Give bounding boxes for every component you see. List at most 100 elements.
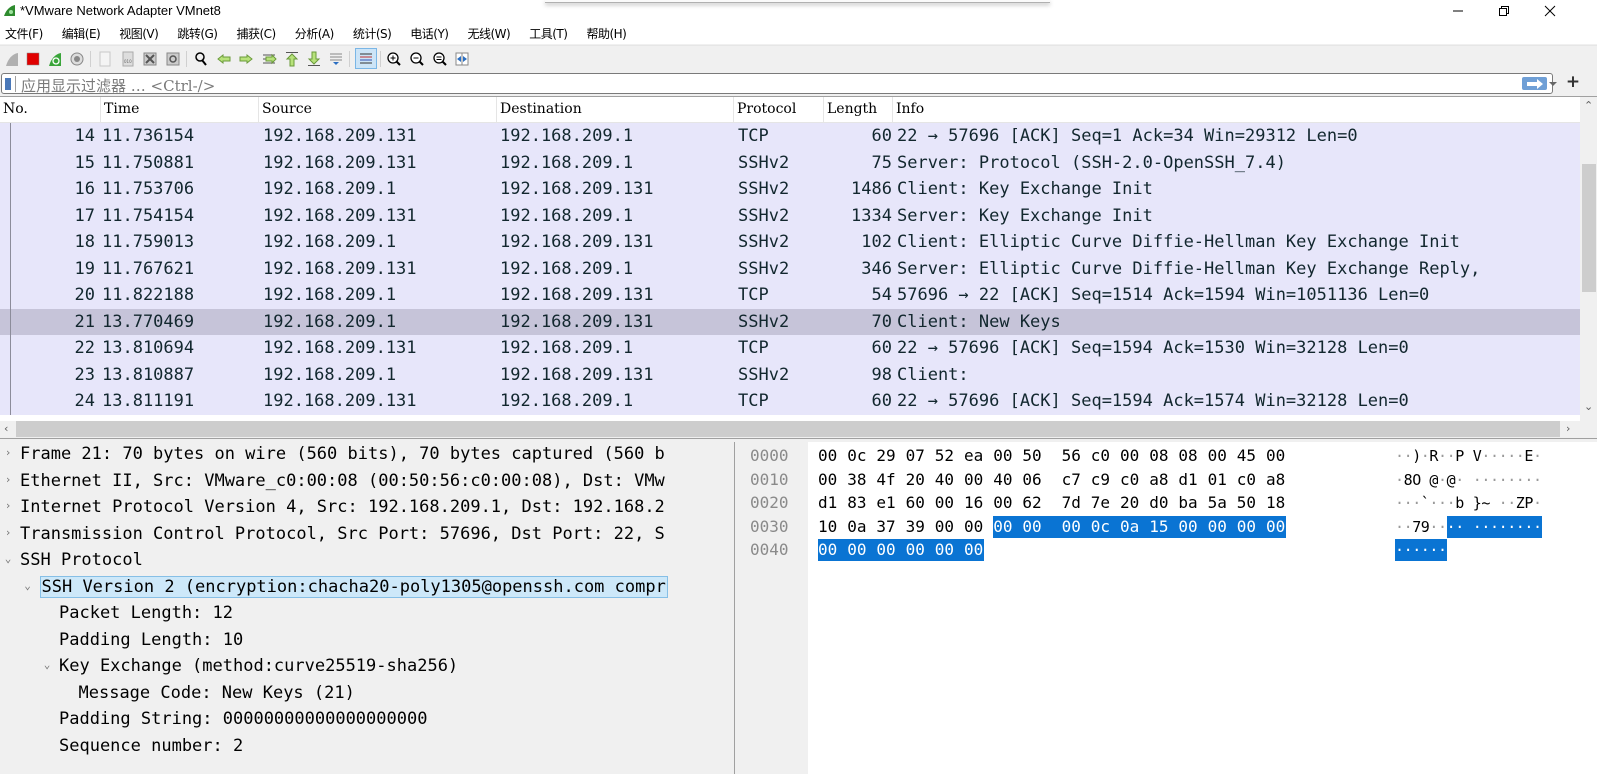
- chevron-down-icon[interactable]: ⌄: [2, 552, 14, 565]
- ascii-char[interactable]: ·: [1533, 445, 1542, 467]
- ascii-char[interactable]: [1421, 469, 1430, 491]
- ascii-char[interactable]: ·: [1438, 539, 1447, 561]
- ascii-char[interactable]: ): [1412, 445, 1421, 467]
- last-packet-button[interactable]: [305, 50, 323, 68]
- tree-item[interactable]: ⌄ SSH Protocol: [0, 548, 734, 575]
- colorize-button[interactable]: [355, 48, 377, 69]
- tree-item[interactable]: ⌄ Key Exchange (method:curve25519-sha256): [0, 654, 734, 681]
- ascii-char[interactable]: ·: [1472, 515, 1482, 538]
- column-header-no[interactable]: No.: [0, 97, 101, 123]
- ascii-char[interactable]: E: [1524, 445, 1533, 467]
- column-header-time[interactable]: Time: [101, 97, 259, 123]
- hex-byte[interactable]: 00: [964, 469, 984, 491]
- column-header-source[interactable]: Source: [259, 97, 497, 123]
- ascii-char[interactable]: ·: [1412, 539, 1421, 561]
- hex-byte[interactable]: a8: [1149, 469, 1169, 491]
- menu-item[interactable]: 编辑(E): [62, 25, 101, 42]
- menu-item[interactable]: 帮助(H): [586, 25, 626, 42]
- menu-item[interactable]: 电话(Y): [410, 25, 449, 42]
- find-packet-button[interactable]: [192, 50, 210, 68]
- menu-item[interactable]: 分析(A): [295, 25, 335, 42]
- column-header-length[interactable]: Length: [824, 97, 893, 123]
- ascii-char[interactable]: ·: [1455, 469, 1464, 491]
- hex-byte[interactable]: 15: [1149, 515, 1179, 538]
- menu-item[interactable]: 统计(S): [353, 25, 392, 42]
- scroll-down-icon[interactable]: ⌄: [1584, 400, 1593, 413]
- ascii-char[interactable]: P: [1524, 492, 1533, 514]
- ascii-char[interactable]: ·: [1455, 515, 1473, 538]
- ascii-char[interactable]: b: [1455, 492, 1464, 514]
- tree-item[interactable]: Padding Length: 10: [0, 628, 734, 655]
- column-header-info[interactable]: Info: [893, 97, 1580, 123]
- hex-byte[interactable]: 18: [1266, 492, 1286, 514]
- packet-row[interactable]: 23 13.810887 192.168.209.1 192.168.209.131 S…: [0, 361, 1580, 388]
- close-button[interactable]: [1527, 0, 1573, 22]
- ascii-char[interactable]: ·: [1395, 492, 1404, 514]
- tree-item[interactable]: Padding String: 00000000000000000000: [0, 707, 734, 734]
- packet-row[interactable]: 22 13.810694 192.168.209.131 192.168.209.1 T…: [0, 335, 1580, 362]
- ascii-char[interactable]: ·: [1490, 515, 1499, 538]
- hex-byte[interactable]: 00: [993, 515, 1023, 538]
- chevron-right-icon[interactable]: ›: [2, 473, 14, 486]
- first-packet-button[interactable]: [283, 50, 301, 68]
- ascii-char[interactable]: ·: [1533, 515, 1542, 538]
- column-header-destination[interactable]: Destination: [497, 97, 734, 123]
- ascii-char[interactable]: O: [1412, 469, 1421, 491]
- ascii-char[interactable]: ·: [1447, 492, 1456, 514]
- hex-byte[interactable]: 01: [1208, 469, 1228, 491]
- hex-byte[interactable]: 20: [906, 469, 926, 491]
- hex-byte[interactable]: 00: [935, 492, 955, 514]
- packet-row[interactable]: 16 11.753706 192.168.209.1 192.168.209.131 S…: [0, 176, 1580, 203]
- go-forward-button[interactable]: [237, 50, 255, 68]
- packet-row[interactable]: 20 11.822188 192.168.209.1 192.168.209.131 T…: [0, 282, 1580, 309]
- column-header-protocol[interactable]: Protocol: [734, 97, 824, 123]
- hex-byte[interactable]: 00: [847, 539, 877, 561]
- hex-byte[interactable]: 07: [906, 445, 926, 467]
- ascii-char[interactable]: Z: [1516, 492, 1525, 514]
- restore-button[interactable]: [1481, 0, 1527, 22]
- go-to-packet-button[interactable]: [260, 50, 278, 68]
- ascii-char[interactable]: `: [1421, 492, 1430, 514]
- ascii-char[interactable]: ·: [1498, 515, 1508, 538]
- hex-byte[interactable]: 50: [1022, 445, 1042, 467]
- minimize-button[interactable]: [1435, 0, 1481, 22]
- packet-row[interactable]: 17 11.754154 192.168.209.131 192.168.209.1 S…: [0, 202, 1580, 229]
- ascii-char[interactable]: ·: [1481, 469, 1490, 491]
- hex-byte[interactable]: c0: [1120, 469, 1140, 491]
- hex-byte[interactable]: 00: [876, 539, 906, 561]
- normal-size-button[interactable]: [431, 50, 449, 68]
- chevron-down-icon[interactable]: ⌄: [22, 579, 34, 592]
- tree-item[interactable]: ⌄ SSH Version 2 (encryption:chacha20-poly…: [0, 575, 734, 602]
- ascii-char[interactable]: ·: [1421, 445, 1430, 467]
- hex-byte[interactable]: 0c: [1090, 515, 1120, 538]
- hex-byte[interactable]: 7e: [1091, 492, 1111, 514]
- capture-options-button[interactable]: [68, 50, 86, 68]
- filter-history-dropdown[interactable]: [1549, 77, 1557, 91]
- ascii-char[interactable]: ·: [1507, 445, 1516, 467]
- ascii-char[interactable]: ·: [1404, 445, 1413, 467]
- ascii-char[interactable]: ·: [1481, 445, 1490, 467]
- packet-row[interactable]: 21 13.770469 192.168.209.1 192.168.209.131 S…: [0, 308, 1580, 335]
- hex-byte[interactable]: ea: [964, 445, 984, 467]
- hex-byte[interactable]: 06: [1022, 469, 1042, 491]
- scroll-right-button[interactable]: ›: [1560, 421, 1580, 437]
- chevron-right-icon[interactable]: ›: [2, 499, 14, 512]
- hex-byte[interactable]: 20: [1120, 492, 1140, 514]
- save-file-button[interactable]: 010: [119, 50, 137, 68]
- hex-byte[interactable]: 10: [818, 516, 838, 538]
- hex-byte[interactable]: 08: [1149, 445, 1169, 467]
- hex-byte[interactable]: 60: [906, 492, 926, 514]
- ascii-char[interactable]: ·: [1395, 539, 1404, 561]
- packet-row[interactable]: 24 13.811191 192.168.209.131 192.168.209.1 T…: [0, 388, 1580, 415]
- hex-byte[interactable]: 00: [964, 516, 984, 538]
- hex-byte[interactable]: 00: [993, 445, 1013, 467]
- ascii-char[interactable]: ·: [1507, 492, 1516, 514]
- packet-row[interactable]: 18 11.759013 192.168.209.1 192.168.209.131 S…: [0, 229, 1580, 256]
- ascii-char[interactable]: ·: [1429, 539, 1438, 561]
- tree-item[interactable]: › Internet Protocol Version 4, Src: 192.1…: [0, 495, 734, 522]
- scrollbar-thumb[interactable]: [1582, 164, 1596, 292]
- hex-byte[interactable]: 52: [935, 445, 955, 467]
- tree-item[interactable]: Message Code: New Keys (21): [0, 681, 734, 708]
- ascii-char[interactable]: ·: [1533, 469, 1542, 491]
- hex-byte[interactable]: 0c: [847, 445, 867, 467]
